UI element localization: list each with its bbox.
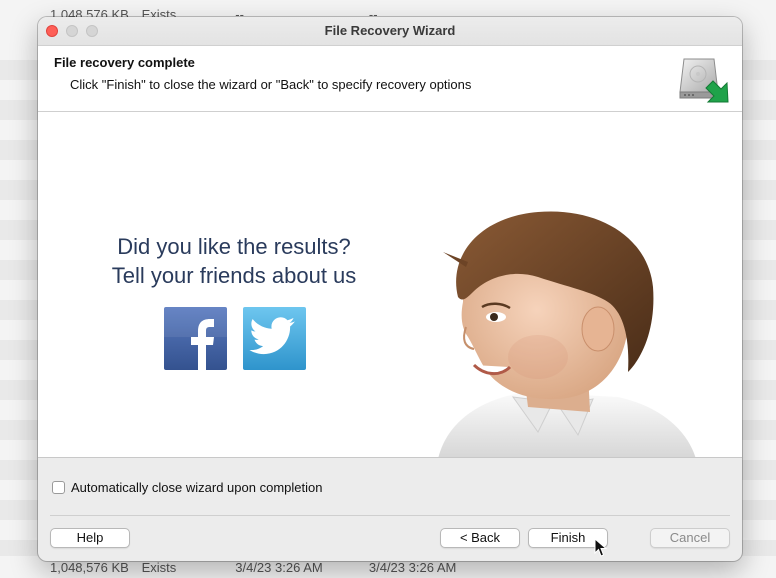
twitter-share-button[interactable]: [243, 307, 306, 370]
title-bar[interactable]: File Recovery Wizard: [38, 17, 742, 46]
cancel-button: Cancel: [650, 528, 730, 548]
mouse-pointer-icon: [594, 538, 608, 557]
facebook-icon: [164, 307, 227, 370]
step-description: Click "Finish" to close the wizard or "B…: [70, 77, 472, 92]
hard-drive-recovery-icon: [679, 58, 729, 103]
promo-subheadline: Tell your friends about us: [111, 263, 357, 288]
auto-close-option[interactable]: Automatically close wizard upon completi…: [52, 479, 322, 495]
wizard-header: File recovery complete Click "Finish" to…: [38, 46, 742, 112]
row-created: 3/4/23 3:26 AM: [235, 560, 323, 575]
step-title: File recovery complete: [54, 55, 195, 70]
row-modified: 3/4/23 3:26 AM: [368, 560, 457, 575]
row-status: Exists: [141, 560, 177, 575]
file-recovery-wizard-window: File Recovery Wizard File recovery compl…: [38, 17, 742, 561]
twitter-bird-icon: [249, 317, 296, 355]
window-title: File Recovery Wizard: [324, 23, 456, 38]
divider: [50, 515, 730, 516]
back-button[interactable]: < Back: [440, 528, 520, 548]
promo-headline: Did you like the results?: [117, 234, 351, 259]
facebook-share-button[interactable]: [164, 307, 227, 370]
promo-panel: Did you like the results? Tell your frie…: [38, 112, 742, 458]
smiling-child-photo: [438, 211, 696, 457]
promo-text: Did you like the results? Tell your frie…: [84, 232, 384, 290]
auto-close-label[interactable]: Automatically close wizard upon completi…: [71, 480, 322, 495]
auto-close-checkbox[interactable]: [52, 480, 65, 494]
help-button[interactable]: Help: [50, 528, 130, 548]
row-size: 1,048,576 KB: [50, 560, 129, 575]
